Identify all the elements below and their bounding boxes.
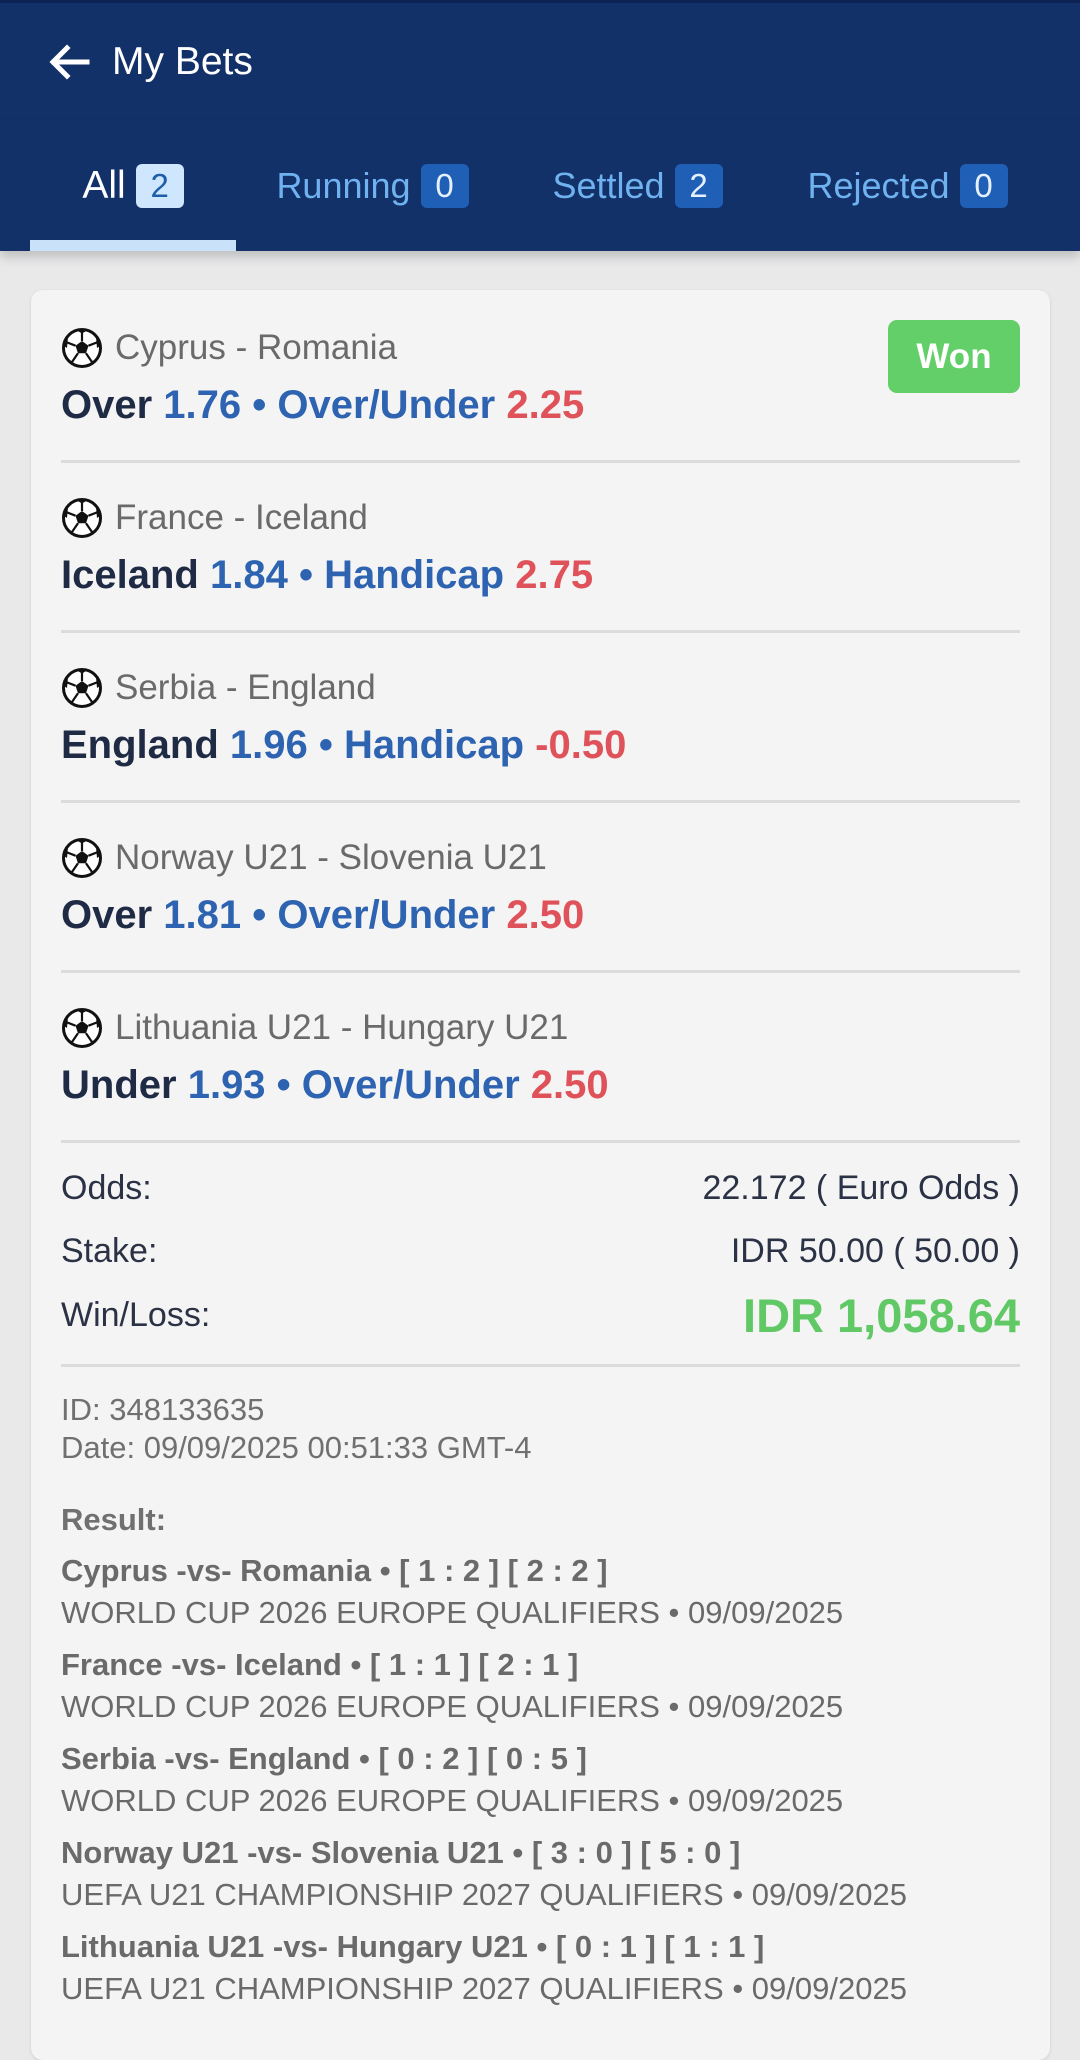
pick-odds: 1.76 [163,383,242,427]
bet-leg: Cyprus - Romania Over 1.76 • Over/Under … [61,325,1021,428]
result-score: France -vs- Iceland • [ 1 : 1 ] [ 2 : 1 … [61,1647,579,1682]
leg-pick: Over 1.81 • Over/Under 2.50 [61,893,1021,938]
tab-settled[interactable]: Settled 2 [545,120,730,251]
tab-label: All [82,163,126,207]
bet-leg: France - Iceland Iceland 1.84 • Handicap… [61,495,1021,598]
separator-dot: • [307,723,344,767]
bet-card: Won Cyprus - Romania Over 1.76 • Over/Un… [31,290,1050,2060]
divider [61,1140,1020,1143]
tab-label: Settled [552,164,665,206]
stake-value: IDR 50.00 ( 50.00 ) [730,1231,1020,1270]
pick-market: Handicap [324,553,505,597]
pick-line: -0.50 [535,723,627,767]
tab-running[interactable]: Running 0 [270,120,475,251]
match-name: France - Iceland [115,498,368,537]
pick-odds: 1.93 [187,1063,266,1107]
tab-label: Rejected [807,164,950,206]
result-competition: WORLD CUP 2026 EUROPE QUALIFIERS • 09/09… [61,1595,844,1630]
result-item: France -vs- Iceland • [ 1 : 1 ] [ 2 : 1 … [61,1647,1021,1725]
soccer-ball-icon [62,838,102,878]
bet-leg: Norway U21 - Slovenia U21 Over 1.81 • Ov… [61,835,1021,938]
result-competition: WORLD CUP 2026 EUROPE QUALIFIERS • 09/09… [61,1689,844,1724]
result-score: Norway U21 -vs- Slovenia U21 • [ 3 : 0 ]… [61,1835,741,1870]
result-item: Serbia -vs- England • [ 0 : 2 ] [ 0 : 5 … [61,1741,1021,1819]
pick-line: 2.25 [506,383,585,427]
pick-line: 2.75 [515,553,594,597]
result-score: Lithuania U21 -vs- Hungary U21 • [ 0 : 1… [61,1929,765,1964]
stake-label: Stake: [61,1231,158,1270]
arrow-left-icon [49,43,90,80]
active-tab-indicator [30,240,236,251]
tab-count-badge: 2 [674,163,723,208]
pick-selection: Over [61,893,153,937]
soccer-ball-icon [62,668,102,708]
result-score: Cyprus -vs- Romania • [ 1 : 2 ] [ 2 : 2 … [61,1553,608,1588]
soccer-ball-icon [62,328,102,368]
soccer-ball-icon [62,1008,102,1048]
leg-pick: Under 1.93 • Over/Under 2.50 [61,1063,1021,1108]
match-name: Norway U21 - Slovenia U21 [115,838,547,877]
app-header: My Bets [0,0,1080,120]
result-competition: UEFA U21 CHAMPIONSHIP 2027 QUALIFIERS • … [61,1971,907,2006]
bet-id: ID: 348133635 [61,1392,265,1427]
pick-selection: Under [61,1063,177,1107]
pick-market: Over/Under [277,893,496,937]
bet-date: Date: 09/09/2025 00:51:33 GMT-4 [61,1430,532,1465]
pick-line: 2.50 [530,1063,609,1107]
soccer-ball-icon [62,498,102,538]
result-competition: UEFA U21 CHAMPIONSHIP 2027 QUALIFIERS • … [61,1877,907,1912]
separator-dot: • [241,383,278,427]
winloss-value: IDR 1,058.64 [743,1288,1020,1342]
odds-label: Odds: [61,1168,152,1207]
result-title: Result: [61,1502,167,1537]
stake-row: Stake: IDR 50.00 ( 50.00 ) [61,1228,1020,1274]
pick-selection: Iceland [61,553,199,597]
leg-pick: England 1.96 • Handicap -0.50 [61,723,1021,768]
tab-rejected[interactable]: Rejected 0 [800,120,1015,251]
pick-market: Over/Under [301,1063,520,1107]
odds-row: Odds: 22.172 ( Euro Odds ) [61,1165,1020,1211]
leg-pick: Iceland 1.84 • Handicap 2.75 [61,553,1021,598]
result-item: Lithuania U21 -vs- Hungary U21 • [ 0 : 1… [61,1929,1021,2007]
bet-filter-tabs: All 2 Running 0 Settled 2 Rejected 0 [0,120,1080,251]
odds-value: 22.172 ( Euro Odds ) [702,1168,1020,1207]
tab-count-badge: 2 [135,163,184,208]
separator-dot: • [241,893,278,937]
pick-selection: Over [61,383,153,427]
leg-pick: Over 1.76 • Over/Under 2.25 [61,383,1021,428]
tab-count-badge: 0 [420,163,469,208]
tab-label: Running [276,164,411,206]
match-name: Cyprus - Romania [115,328,398,367]
divider [61,630,1020,633]
bet-leg: Serbia - England England 1.96 • Handicap… [61,665,1021,768]
bet-leg: Lithuania U21 - Hungary U21 Under 1.93 •… [61,1005,1021,1108]
divider [61,460,1020,463]
result-item: Cyprus -vs- Romania • [ 1 : 2 ] [ 2 : 2 … [61,1553,1021,1631]
result-item: Norway U21 -vs- Slovenia U21 • [ 3 : 0 ]… [61,1835,1021,1913]
winloss-row: Win/Loss: IDR 1,058.64 [61,1285,1020,1345]
tab-all[interactable]: All 2 [30,120,236,251]
result-competition: WORLD CUP 2026 EUROPE QUALIFIERS • 09/09… [61,1783,844,1818]
pick-line: 2.50 [506,893,585,937]
tab-count-badge: 0 [959,163,1008,208]
pick-odds: 1.81 [163,893,242,937]
separator-dot: • [287,553,325,597]
result-score: Serbia -vs- England • [ 0 : 2 ] [ 0 : 5 … [61,1741,587,1776]
separator-dot: • [265,1063,302,1107]
match-name: Serbia - England [115,668,376,707]
divider [61,800,1020,803]
back-button[interactable] [38,31,100,93]
winloss-label: Win/Loss: [61,1295,211,1334]
pick-market: Handicap [344,723,525,767]
page-title: My Bets [112,39,253,83]
divider [61,1364,1020,1367]
divider [61,970,1020,973]
pick-selection: England [61,723,219,767]
match-name: Lithuania U21 - Hungary U21 [115,1008,569,1047]
pick-odds: 1.96 [229,723,308,767]
pick-odds: 1.84 [209,553,288,597]
pick-market: Over/Under [277,383,496,427]
